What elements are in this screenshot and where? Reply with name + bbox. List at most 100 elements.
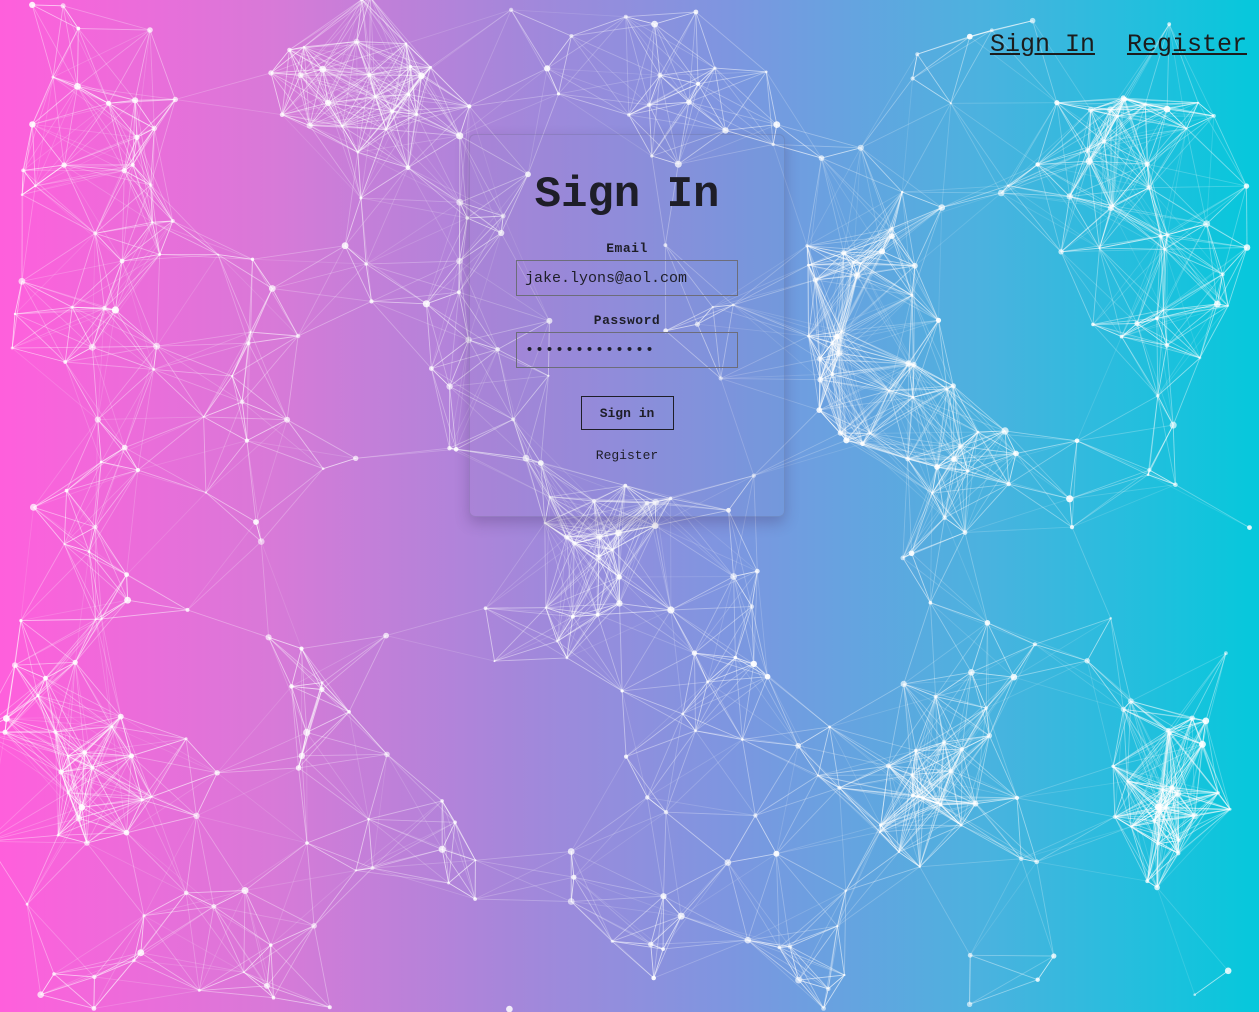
network-node: [610, 548, 615, 552]
sign-in-button[interactable]: Sign in: [580, 396, 674, 430]
network-node: [185, 607, 190, 612]
network-node: [415, 112, 419, 116]
network-line: [573, 797, 648, 878]
network-line: [829, 683, 904, 728]
network-node: [53, 729, 58, 735]
network-line: [64, 361, 126, 448]
network-node: [246, 341, 251, 346]
network-line: [371, 260, 460, 302]
network-line: [1069, 498, 1073, 528]
network-node: [367, 72, 372, 77]
network-node: [306, 122, 313, 129]
network-line: [485, 608, 495, 662]
network-line: [365, 201, 461, 265]
network-node: [92, 974, 97, 980]
network-line: [1069, 474, 1149, 500]
password-field[interactable]: [516, 332, 738, 368]
network-node: [153, 342, 161, 350]
network-line: [405, 9, 512, 45]
network-line: [621, 609, 672, 692]
network-node: [1216, 791, 1220, 795]
network-line: [20, 619, 96, 622]
network-line: [977, 431, 1078, 442]
network-node: [84, 840, 90, 846]
network-line: [1213, 115, 1247, 187]
email-field[interactable]: [516, 260, 738, 296]
network-line: [243, 971, 268, 987]
network-line: [323, 457, 356, 470]
network-node: [1243, 183, 1250, 189]
network-node: [123, 829, 130, 836]
register-link[interactable]: Register: [470, 448, 784, 463]
network-node: [29, 121, 36, 128]
network-node: [241, 887, 249, 894]
network-line: [741, 739, 756, 816]
network-node: [744, 936, 752, 944]
network-line: [371, 300, 469, 341]
network-node: [474, 859, 477, 862]
network-node: [648, 941, 654, 947]
network-line: [26, 904, 55, 975]
network-node: [706, 680, 710, 684]
network-node: [76, 26, 81, 31]
network-node: [837, 430, 844, 436]
network-line: [156, 342, 249, 347]
network-line: [255, 419, 288, 523]
network-node: [121, 444, 128, 451]
network-node: [660, 893, 667, 900]
network-line: [26, 835, 59, 905]
network-node: [58, 769, 64, 775]
network-line: [753, 663, 799, 747]
network-line: [63, 86, 78, 166]
network-line: [84, 752, 132, 757]
network-line: [916, 53, 952, 104]
network-node: [148, 183, 153, 187]
network-node: [910, 293, 914, 297]
network-line: [6, 716, 121, 719]
network-node: [733, 655, 738, 660]
network-node: [353, 455, 359, 461]
network-node: [440, 799, 444, 803]
network-node: [661, 947, 665, 951]
network-line: [121, 260, 155, 370]
network-line: [26, 818, 80, 905]
network-line: [243, 890, 246, 973]
network-line: [321, 635, 387, 684]
network-node: [446, 383, 453, 390]
network-node: [1224, 651, 1228, 656]
network-node: [370, 866, 375, 870]
network-node: [111, 306, 119, 314]
network-node: [253, 519, 259, 525]
nav-sign-in-link[interactable]: Sign In: [990, 30, 1095, 59]
network-line: [153, 128, 174, 222]
network-line: [78, 818, 88, 844]
network-node: [624, 754, 629, 759]
network-node: [807, 263, 810, 267]
network-line: [20, 551, 90, 621]
network-line: [938, 320, 954, 386]
network-node: [879, 248, 886, 255]
network-line: [665, 812, 682, 917]
network-line: [33, 419, 99, 508]
nav-register-link[interactable]: Register: [1127, 30, 1247, 59]
network-line: [821, 147, 861, 159]
network-node: [966, 33, 973, 40]
network-line: [571, 895, 664, 902]
network-node: [132, 97, 139, 104]
network-node: [1154, 803, 1162, 811]
network-node: [74, 83, 81, 90]
network-node: [19, 619, 23, 623]
network-node: [565, 656, 569, 660]
network-line: [1020, 858, 1055, 957]
network-node: [857, 144, 864, 151]
network-line: [650, 944, 655, 979]
network-line: [153, 369, 204, 418]
network-line: [941, 103, 952, 208]
network-line: [821, 157, 903, 193]
network-node: [869, 432, 872, 435]
network-node: [319, 686, 325, 693]
network-node: [94, 618, 97, 621]
network-node: [20, 193, 24, 196]
network-line: [94, 469, 139, 528]
network-node: [571, 874, 577, 880]
